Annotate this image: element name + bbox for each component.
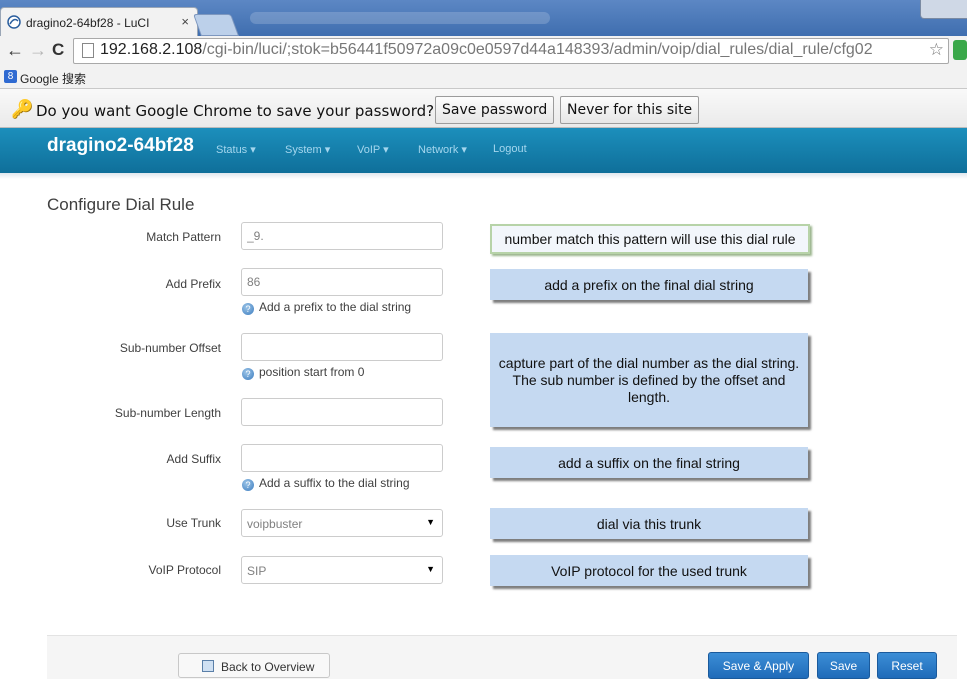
menu-status[interactable]: Status ▾ xyxy=(216,143,256,156)
back-to-overview-button[interactable]: Back to Overview xyxy=(178,653,330,678)
help-icon: ? xyxy=(242,303,254,315)
menu-voip[interactable]: VoIP ▾ xyxy=(357,143,389,156)
back-icon xyxy=(202,660,214,672)
annotation-add-prefix: add a prefix on the final dial string xyxy=(490,269,808,300)
tab-title: dragino2-64bf28 - LuCI xyxy=(26,16,150,30)
bookmark-google-search[interactable]: Google 搜索 xyxy=(20,70,86,87)
dropdown-arrow-icon: ▼ xyxy=(426,564,435,574)
add-suffix-label: Add Suffix xyxy=(166,452,221,466)
google-bookmark-icon: 8 xyxy=(4,70,17,83)
reset-button[interactable]: Reset xyxy=(877,652,937,679)
browser-tab[interactable]: dragino2-64bf28 - LuCI × xyxy=(0,7,198,37)
page-title: Configure Dial Rule xyxy=(47,195,195,214)
bookmarks-bar xyxy=(0,66,967,89)
voip-protocol-value: SIP xyxy=(247,564,267,578)
extension-icon[interactable] xyxy=(953,40,967,60)
help-icon: ? xyxy=(242,479,254,491)
menu-network[interactable]: Network ▾ xyxy=(418,143,467,156)
luci-favicon-icon xyxy=(7,15,21,29)
annotation-sub-number: capture part of the dial number as the d… xyxy=(490,333,808,427)
hostname-brand[interactable]: dragino2-64bf28 xyxy=(47,135,194,157)
add-prefix-hint: ? Add a prefix to the dial string xyxy=(242,300,411,315)
sub-number-length-input[interactable] xyxy=(241,398,443,426)
match-pattern-label: Match Pattern xyxy=(146,230,221,244)
add-suffix-hint: ? Add a suffix to the dial string xyxy=(242,476,410,491)
address-bar[interactable]: 192.168.2.108/cgi-bin/luci/;stok=b56441f… xyxy=(73,38,949,64)
reload-icon[interactable]: C xyxy=(52,40,64,60)
password-prompt-text: Do you want Google Chrome to save your p… xyxy=(36,102,435,120)
sub-number-offset-label: Sub-number Offset xyxy=(119,341,221,355)
sub-number-offset-input[interactable] xyxy=(241,333,443,361)
back-arrow-icon[interactable]: ← xyxy=(6,40,24,61)
key-icon: 🔑 xyxy=(11,99,34,119)
annotation-match-pattern: number match this pattern will use this … xyxy=(490,224,810,254)
add-prefix-input[interactable] xyxy=(241,268,443,296)
tab-strip-highlight xyxy=(250,12,550,24)
match-pattern-input[interactable] xyxy=(241,222,443,250)
back-to-overview-label: Back to Overview xyxy=(221,660,315,674)
add-suffix-input[interactable] xyxy=(241,444,443,472)
url-text: 192.168.2.108/cgi-bin/luci/;stok=b56441f… xyxy=(100,41,873,58)
page-icon xyxy=(82,43,94,58)
annotation-voip-protocol: VoIP protocol for the used trunk xyxy=(490,555,808,586)
dropdown-arrow-icon: ▼ xyxy=(426,517,435,527)
window-control[interactable] xyxy=(920,0,967,19)
help-icon: ? xyxy=(242,368,254,380)
header-shadow xyxy=(0,173,967,179)
never-for-site-button[interactable]: Never for this site xyxy=(560,96,700,124)
menu-system[interactable]: System ▾ xyxy=(285,143,330,156)
annotation-use-trunk: dial via this trunk xyxy=(490,508,808,539)
bookmark-star-icon[interactable]: ☆ xyxy=(929,40,944,60)
save-apply-button[interactable]: Save & Apply xyxy=(708,652,809,679)
use-trunk-select[interactable]: voipbuster ▼ xyxy=(241,509,443,537)
sub-number-length-label: Sub-number Length xyxy=(114,406,221,420)
use-trunk-value: voipbuster xyxy=(247,517,303,531)
new-tab-button[interactable] xyxy=(192,14,240,36)
save-password-button[interactable]: Save password xyxy=(435,96,555,124)
tab-close-icon[interactable]: × xyxy=(181,14,189,29)
voip-protocol-select[interactable]: SIP ▼ xyxy=(241,556,443,584)
annotation-add-suffix: add a suffix on the final string xyxy=(490,447,808,478)
sub-number-offset-hint: ? position start from 0 xyxy=(242,365,364,380)
voip-protocol-label: VoIP Protocol xyxy=(148,563,222,577)
forward-arrow-icon[interactable]: → xyxy=(29,40,47,61)
add-prefix-label: Add Prefix xyxy=(165,277,221,291)
use-trunk-label: Use Trunk xyxy=(166,516,221,530)
menu-logout[interactable]: Logout xyxy=(493,143,527,155)
save-button[interactable]: Save xyxy=(817,652,870,679)
